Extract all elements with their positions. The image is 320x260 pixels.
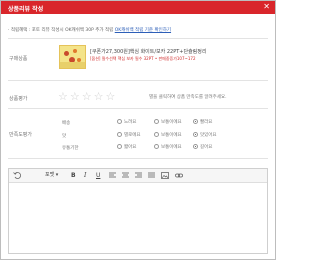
underline-button[interactable]: U (96, 172, 100, 179)
delivery-option-fast[interactable]: 빨라요 (193, 119, 212, 125)
product-option: [옵션] 필수선택 핵심 보카 필수 32PT • 판매중증가107~172 (90, 56, 196, 61)
taste-option-good[interactable]: 맛있어요 (193, 132, 217, 138)
notice-text: · 적립혜택 : 포토 리뷰 작성시 OK캐쉬백 30P 추가 적립 (8, 28, 114, 33)
align-left-icon[interactable] (109, 172, 116, 181)
taste-option-bad[interactable]: 별로에요 (117, 132, 141, 138)
star-icon[interactable]: ☆ (58, 90, 68, 103)
review-editor: 포맷 ▾ B I U (8, 168, 268, 254)
font-format-dropdown[interactable]: 포맷 ▾ (45, 172, 58, 179)
divider (8, 158, 268, 159)
product-name[interactable]: [쿠폰가27,300원]핵심 화이트/보카 22PT+단슐림정리 (90, 48, 206, 55)
radio-icon (154, 119, 159, 124)
expiry-option-long[interactable]: 길어요 (193, 144, 212, 150)
product-label: 구매상품 (9, 56, 28, 62)
divider (8, 80, 268, 81)
editor-toolbar: 포맷 ▾ B I U (9, 169, 267, 183)
expiry-label: 유통기한 (62, 146, 79, 151)
divider (8, 38, 268, 39)
product-thumbnail (59, 45, 86, 69)
radio-icon (154, 144, 159, 149)
title-bar: 상품리뷰 작성 ✕ (1, 1, 275, 14)
radio-icon (117, 144, 122, 149)
star-icon[interactable]: ☆ (106, 90, 116, 103)
radio-icon (193, 132, 198, 137)
divider (8, 108, 268, 109)
satisfaction-label: 만족도평가 (9, 132, 33, 138)
italic-button[interactable]: I (84, 172, 86, 179)
rating-hint: 별을 클릭하여 상품 만족도를 알려주세요. (149, 95, 227, 100)
radio-icon (154, 132, 159, 137)
expiry-option-normal[interactable]: 보통이에요 (154, 144, 182, 150)
taste-label: 맛 (62, 134, 67, 139)
chevron-down-icon: ▾ (55, 172, 59, 178)
taste-option-normal[interactable]: 보통이에요 (154, 132, 182, 138)
radio-icon (117, 132, 122, 137)
align-justify-icon[interactable] (148, 172, 155, 181)
star-icon[interactable]: ☆ (70, 90, 80, 103)
window-title: 상품리뷰 작성 (8, 6, 44, 13)
star-icon[interactable]: ☆ (94, 90, 104, 103)
star-rating: ☆ ☆ ☆ ☆ ☆ (58, 91, 117, 102)
radio-icon (193, 119, 198, 124)
bold-button[interactable]: B (71, 172, 76, 179)
align-right-icon[interactable] (135, 172, 142, 181)
undo-icon[interactable] (13, 171, 21, 181)
expiry-option-short[interactable]: 짧아요 (117, 144, 136, 150)
link-icon[interactable] (175, 172, 183, 181)
star-icon[interactable]: ☆ (82, 90, 92, 103)
radio-icon (117, 119, 122, 124)
delivery-label: 배송 (62, 121, 71, 126)
radio-icon (193, 144, 198, 149)
close-icon[interactable]: ✕ (263, 3, 270, 11)
delivery-option-slow[interactable]: 느려요 (117, 119, 136, 125)
delivery-option-normal[interactable]: 보통이에요 (154, 119, 182, 125)
notice-link[interactable]: OK캐쉬백 적립 기준 확인하기 (115, 28, 171, 33)
rating-label: 상품평가 (9, 96, 28, 102)
image-icon[interactable] (161, 172, 169, 181)
reward-notice: · 적립혜택 : 포토 리뷰 작성시 OK캐쉬백 30P 추가 적립 OK캐쉬백… (8, 27, 171, 33)
align-center-icon[interactable] (122, 172, 129, 181)
